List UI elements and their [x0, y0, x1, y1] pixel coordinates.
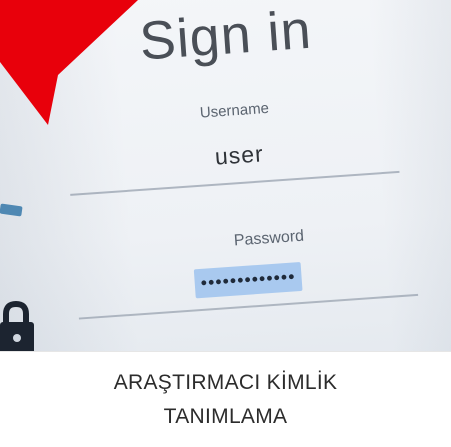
caption: ARAŞTIRMACI KİMLİK TANIMLAMA: [0, 351, 451, 447]
username-label: Username: [199, 99, 270, 122]
sign-in-photo: Sign in Username user Password •••••••••…: [0, 0, 451, 351]
identity-card[interactable]: Sign in Username user Password •••••••••…: [0, 0, 451, 447]
username-field: user: [214, 140, 265, 170]
password-field: •••••••••••••: [193, 261, 303, 299]
password-label: Password: [233, 227, 305, 250]
caption-line-2: TANIMLAMA: [163, 405, 288, 428]
arrow-pointer-icon: [0, 0, 138, 125]
password-underline: [78, 293, 419, 320]
lock-icon: [0, 300, 34, 351]
username-underline: [70, 170, 400, 196]
caption-line-1: ARAŞTIRMACI KİMLİK: [113, 371, 338, 394]
